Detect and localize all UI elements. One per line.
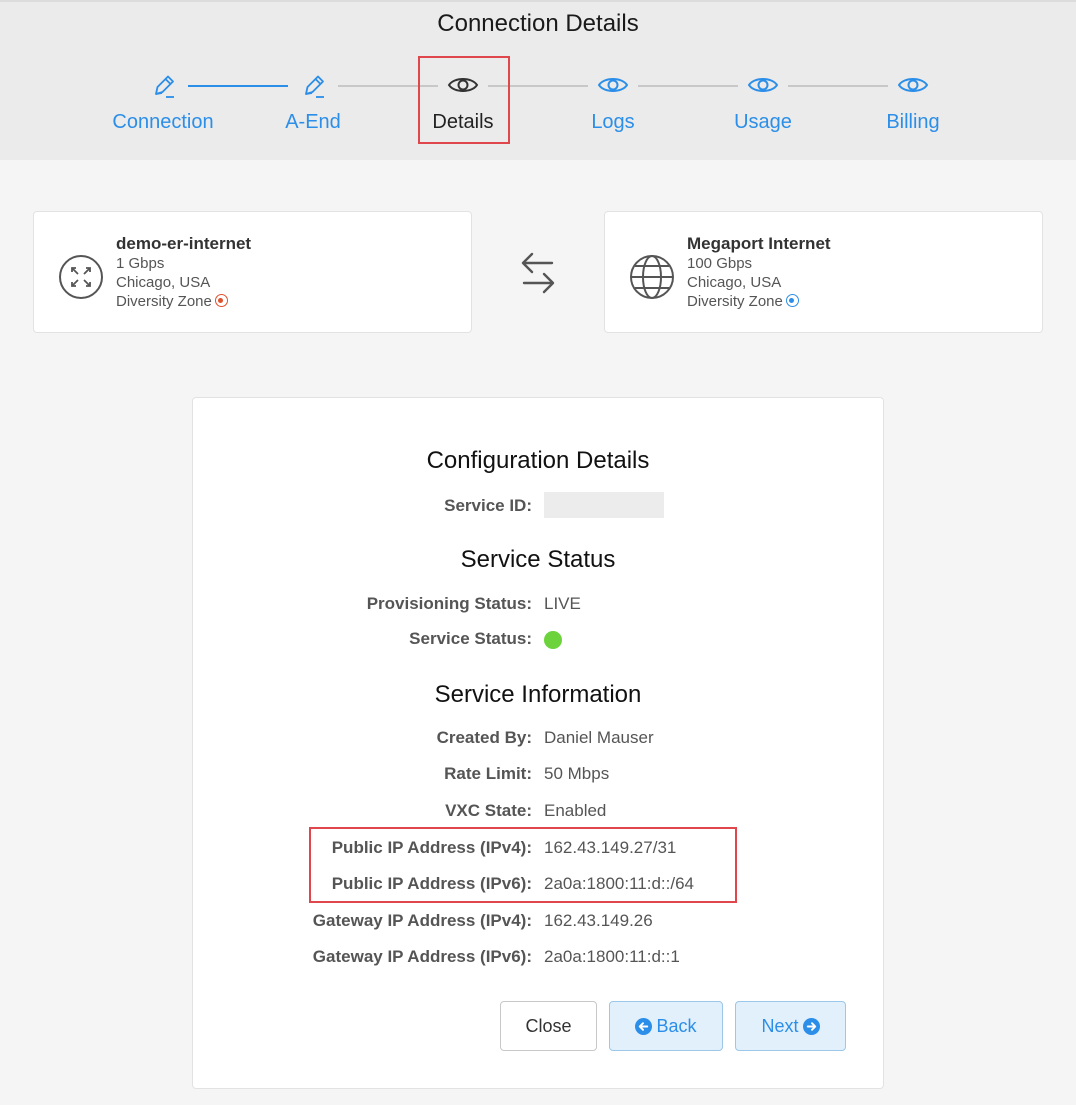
arrow-right-circle-icon [802, 1017, 820, 1035]
field-value: Daniel Mauser [544, 728, 654, 747]
a-end-speed: 1 Gbps [116, 255, 165, 272]
configuration-title: Configuration Details [426, 447, 650, 474]
step-label: Billing [886, 111, 940, 133]
b-end-card[interactable]: Megaport Internet 100 Gbps Chicago, USA … [604, 211, 1043, 333]
info-row: Gateway IP Address (IPv4): 162.43.149.26 [193, 911, 883, 935]
service-id-row: Service ID: [193, 492, 883, 520]
field-label: Rate Limit: [444, 764, 532, 783]
service-status-row: Service Status: [193, 629, 883, 653]
field-label: Gateway IP Address (IPv4): [312, 911, 532, 930]
step-label: Connection [112, 111, 214, 133]
step-usage[interactable]: Usage [693, 68, 833, 134]
b-end-location: Chicago, USA [687, 274, 782, 291]
button-label: Back [656, 1015, 697, 1036]
step-label: Usage [734, 111, 792, 133]
a-end-zone: Diversity Zone [116, 292, 251, 311]
b-end-speed: 100 Gbps [687, 255, 753, 272]
provisioning-row: Provisioning Status: LIVE [193, 594, 883, 618]
eye-icon [597, 78, 629, 92]
step-label: A-End [285, 111, 341, 133]
service-id-redacted [544, 492, 664, 518]
field-value: 162.43.149.26 [544, 911, 653, 930]
info-row: Created By: Daniel Mauser [193, 728, 883, 752]
field-value: 50 Mbps [544, 764, 610, 783]
configuration-panel: Configuration Details Service ID: Servic… [192, 397, 884, 1089]
page-title: Connection Details [437, 10, 639, 37]
pencil-icon [305, 75, 324, 98]
globe-icon [630, 255, 674, 299]
close-button[interactable]: Close [500, 1001, 597, 1051]
field-label: Service Status: [409, 629, 532, 648]
field-value: 2a0a:1800:11:d::1 [544, 947, 680, 966]
field-value: Enabled [544, 801, 607, 820]
step-logs[interactable]: Logs [543, 68, 683, 134]
button-label: Close [525, 1015, 572, 1036]
highlight-box-public-ip [309, 827, 737, 903]
field-value: LIVE [544, 594, 581, 613]
step-connection[interactable]: Connection [93, 68, 233, 134]
arrow-left-circle-icon [635, 1017, 653, 1035]
info-row: Rate Limit: 50 Mbps [193, 764, 883, 788]
field-label: Created By: [436, 728, 532, 747]
zone-label: Diversity Zone [116, 293, 212, 310]
wizard-header: Connection Details Connection A-End Deta… [0, 0, 1076, 160]
info-row: VXC State: Enabled [193, 801, 883, 825]
a-end-name: demo-er-internet [116, 234, 252, 253]
diversity-zone-icon [214, 294, 228, 307]
field-label: Provisioning Status: [366, 594, 532, 613]
zone-label: Diversity Zone [687, 293, 783, 310]
back-button[interactable]: Back [609, 1001, 723, 1051]
swap-arrows-icon [521, 252, 555, 294]
b-end-name: Megaport Internet [687, 234, 831, 253]
port-icon [59, 255, 103, 299]
service-information-title: Service Information [434, 681, 642, 708]
field-label: Gateway IP Address (IPv6): [312, 947, 532, 966]
service-status-title: Service Status [460, 546, 616, 573]
step-billing[interactable]: Billing [843, 68, 983, 134]
next-button[interactable]: Next [735, 1001, 846, 1051]
a-end-location: Chicago, USA [116, 274, 211, 291]
eye-icon [747, 78, 779, 92]
step-label: Logs [591, 111, 635, 133]
eye-icon [897, 78, 929, 92]
button-label: Next [761, 1015, 799, 1036]
step-a-end[interactable]: A-End [243, 68, 383, 134]
diversity-zone-icon [785, 294, 799, 307]
status-indicator [544, 631, 562, 649]
field-label: VXC State: [445, 801, 532, 820]
a-end-card[interactable]: demo-er-internet 1 Gbps Chicago, USA Div… [33, 211, 472, 333]
pencil-icon [155, 75, 174, 98]
highlight-box-current-step [418, 56, 510, 144]
info-row: Gateway IP Address (IPv6): 2a0a:1800:11:… [193, 947, 883, 971]
field-label: Service ID: [444, 496, 532, 515]
b-end-zone: Diversity Zone [687, 292, 831, 311]
